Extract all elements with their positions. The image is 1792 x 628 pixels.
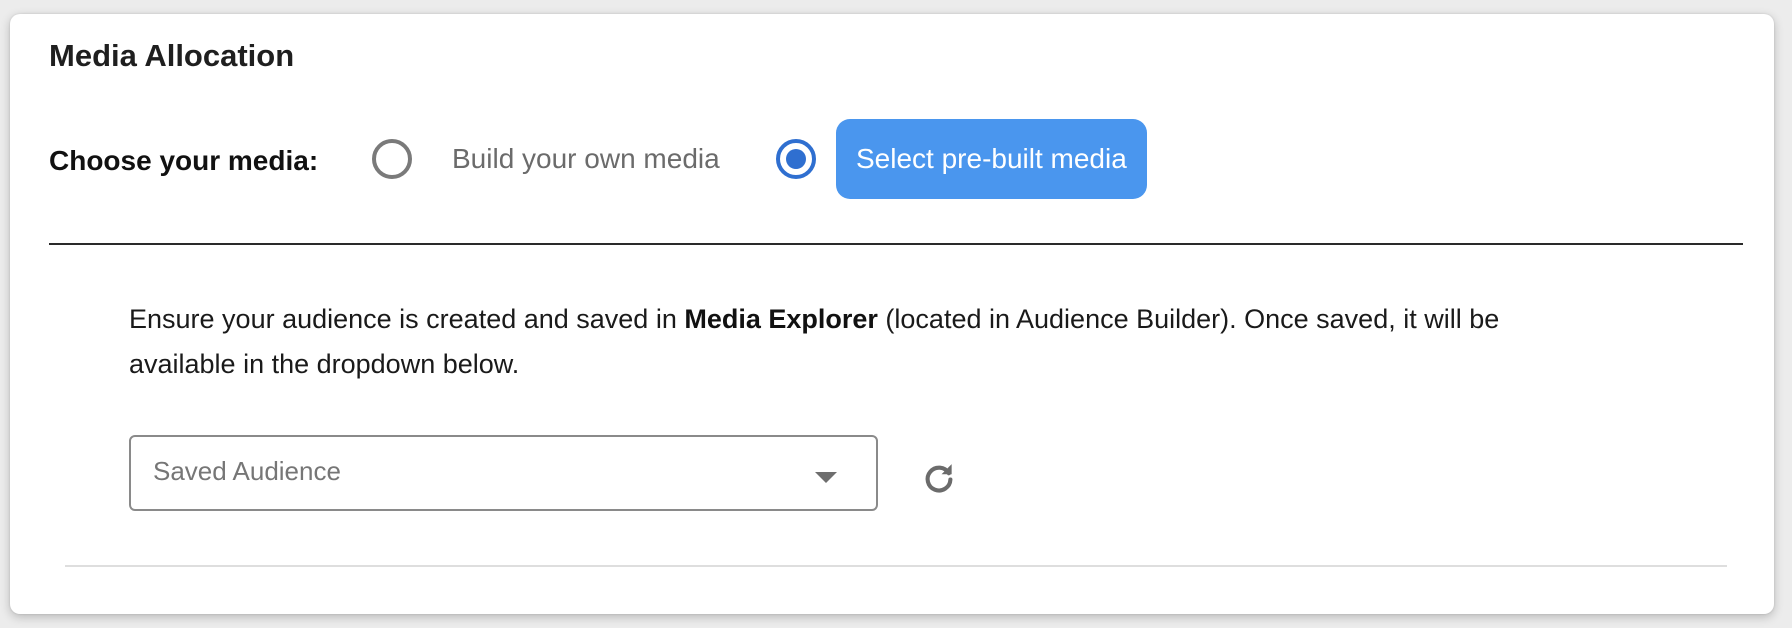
section-title: Media Allocation [49, 38, 295, 73]
choose-media-label: Choose your media: [49, 145, 319, 176]
media-allocation-card: Media Allocation Choose your media: Buil… [10, 14, 1774, 614]
refresh-button[interactable] [914, 453, 964, 503]
radio-build-own-media[interactable]: Build your own media [372, 119, 720, 199]
radio-checked-icon[interactable] [776, 139, 816, 179]
saved-audience-dropdown[interactable]: Saved Audience [129, 435, 878, 511]
radio-label-build-own[interactable]: Build your own media [452, 143, 720, 175]
radio-select-prebuilt-media[interactable]: Select pre-built media [776, 119, 1147, 199]
media-explorer-term: Media Explorer [684, 304, 878, 334]
section-divider [49, 243, 1743, 245]
info-text-before: Ensure your audience is created and save… [129, 304, 685, 334]
refresh-icon[interactable] [920, 459, 958, 497]
media-choice-row: Choose your media: Build your own media … [49, 119, 1249, 199]
radio-label-select-prebuilt[interactable]: Select pre-built media [836, 119, 1147, 199]
info-text: Ensure your audience is created and save… [129, 297, 1609, 387]
footer-divider [65, 565, 1727, 567]
radio-unchecked-icon[interactable] [372, 139, 412, 179]
caret-down-icon [815, 472, 837, 483]
saved-audience-placeholder: Saved Audience [153, 456, 341, 486]
